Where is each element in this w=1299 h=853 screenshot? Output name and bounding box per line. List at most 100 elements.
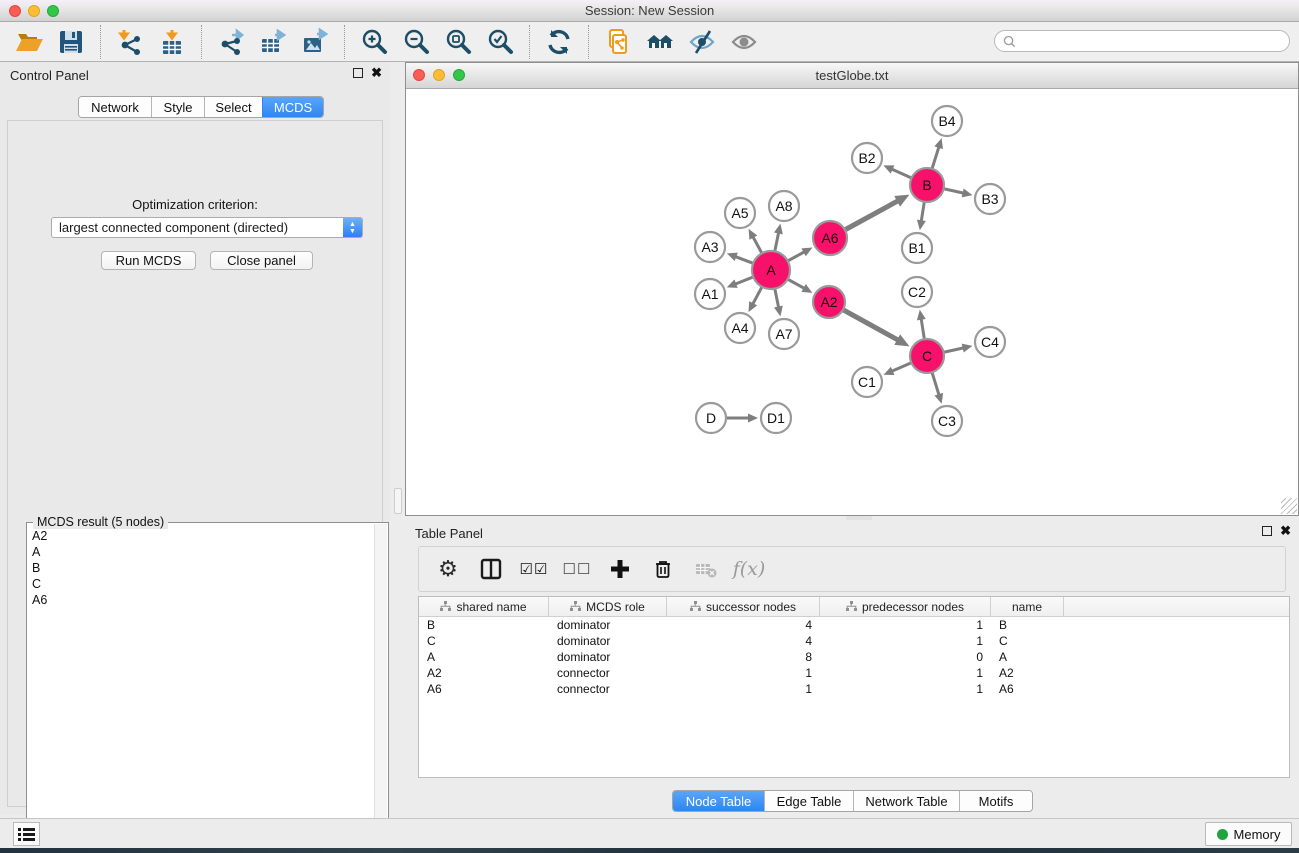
network-graph[interactable]: AA1A2A3A4A5A6A7A8BB1B2B3B4CC1C2C3C4DD1 (406, 89, 1298, 515)
node-label-A4: A4 (731, 320, 748, 336)
node-label-A2: A2 (820, 294, 837, 310)
float-panel-icon[interactable] (353, 68, 363, 78)
apply-layout-icon[interactable] (538, 25, 580, 59)
control-panel-title: Control Panel (10, 68, 89, 83)
node-label-A: A (766, 262, 776, 278)
table-row[interactable]: Adominator80A (419, 649, 1289, 665)
cell-predecessor-nodes: 1 (820, 634, 991, 648)
zoom-fit-icon[interactable] (437, 25, 479, 59)
export-table-icon[interactable] (252, 25, 294, 59)
cell-predecessor-nodes: 0 (820, 650, 991, 664)
cell-shared-name: A6 (419, 682, 549, 696)
float-table-panel-icon[interactable] (1262, 526, 1272, 536)
cell-shared-name: C (419, 634, 549, 648)
mcds-result-list[interactable]: A2ABCA6 (28, 528, 373, 852)
criterion-select[interactable]: largest connected component (directed) ▲… (51, 217, 363, 238)
main-toolbar (0, 22, 1299, 62)
import-network-icon[interactable] (109, 25, 151, 59)
select-all-columns-icon[interactable]: ☑☑ (521, 554, 547, 584)
delete-column-icon[interactable] (650, 554, 676, 584)
table-row[interactable]: Bdominator41B (419, 617, 1289, 633)
edge-arrow-icon (748, 414, 758, 423)
cell-successor-nodes: 8 (667, 650, 820, 664)
table-tab-motifs[interactable]: Motifs (959, 791, 1032, 811)
mcds-result-group: MCDS result (5 nodes) A2ABCA6 (26, 522, 389, 853)
table-tab-node-table[interactable]: Node Table (673, 791, 764, 811)
save-session-icon[interactable] (50, 25, 92, 59)
column-header-successor-nodes[interactable]: successor nodes (667, 597, 820, 616)
node-label-C3: C3 (938, 413, 956, 429)
memory-button[interactable]: Memory (1205, 822, 1292, 846)
column-header-MCDS-role[interactable]: MCDS role (549, 597, 667, 616)
import-table-icon[interactable] (151, 25, 193, 59)
table-body: Bdominator41BCdominator41CAdominator80AA… (419, 617, 1289, 697)
export-network-icon[interactable] (210, 25, 252, 59)
mcds-result-item[interactable]: B (28, 560, 373, 576)
hide-selected-icon[interactable] (681, 25, 723, 59)
column-header-shared-name[interactable]: shared name (419, 597, 549, 616)
tab-mcds[interactable]: MCDS (262, 97, 323, 117)
search-field[interactable] (994, 30, 1290, 52)
table-header-row: shared name MCDS role successor nodesprede… (419, 597, 1289, 617)
create-column-icon[interactable] (607, 554, 633, 584)
table-tab-edge-table[interactable]: Edge Table (764, 791, 853, 811)
edge-arrow-icon (774, 224, 783, 235)
cell-predecessor-nodes: 1 (820, 666, 991, 680)
show-columns-icon[interactable] (478, 554, 504, 584)
network-canvas[interactable]: AA1A2A3A4A5A6A7A8BB1B2B3B4CC1C2C3C4DD1 (406, 89, 1298, 515)
column-header-name[interactable]: name (991, 597, 1064, 616)
first-neighbors-icon[interactable] (639, 25, 681, 59)
zoom-out-icon[interactable] (395, 25, 437, 59)
tab-style[interactable]: Style (151, 97, 204, 117)
close-panel-button[interactable]: Close panel (210, 251, 313, 270)
new-network-from-selection-icon[interactable] (597, 25, 639, 59)
column-tree-icon (440, 601, 451, 612)
table-settings-gear-icon[interactable]: ⚙ (435, 554, 461, 584)
table-tab-network-table[interactable]: Network Table (853, 791, 959, 811)
vertical-split-handle[interactable] (394, 488, 402, 514)
tab-network[interactable]: Network (79, 97, 151, 117)
search-icon (1003, 35, 1016, 48)
run-mcds-button[interactable]: Run MCDS (101, 251, 196, 270)
table-row[interactable]: A6connector11A6 (419, 681, 1289, 697)
edge-arrow-icon (917, 310, 926, 321)
cell-shared-name: A (419, 650, 549, 664)
cell-successor-nodes: 4 (667, 634, 820, 648)
mcds-result-item[interactable]: C (28, 576, 373, 592)
close-table-panel-icon[interactable]: ✖ (1280, 526, 1291, 536)
mcds-result-item[interactable]: A (28, 544, 373, 560)
zoom-selected-icon[interactable] (479, 25, 521, 59)
search-input[interactable] (1016, 33, 1281, 49)
mcds-result-title: MCDS result (5 nodes) (33, 515, 168, 529)
mcds-result-item[interactable]: A2 (28, 528, 373, 544)
column-header-filler (1064, 597, 1289, 616)
export-image-icon[interactable] (294, 25, 336, 59)
node-table: shared name MCDS role successor nodesprede… (418, 596, 1290, 778)
delete-table-icon[interactable] (693, 554, 719, 584)
close-panel-icon[interactable]: ✖ (371, 68, 382, 78)
status-bar: Memory (0, 818, 1299, 848)
mcds-result-item[interactable]: A6 (28, 592, 373, 608)
table-row[interactable]: Cdominator41C (419, 633, 1289, 649)
table-tabs: Node TableEdge TableNetwork TableMotifs (672, 790, 1033, 812)
task-history-button[interactable] (13, 822, 40, 846)
tab-select[interactable]: Select (204, 97, 262, 117)
unselect-all-columns-icon[interactable]: ☐☐ (564, 554, 590, 584)
zoom-in-icon[interactable] (353, 25, 395, 59)
node-label-A8: A8 (775, 198, 792, 214)
cell-name: B (991, 618, 1064, 632)
window-resize-grip[interactable] (1281, 498, 1297, 514)
column-header-predecessor-nodes[interactable]: predecessor nodes (820, 597, 991, 616)
list-icon (18, 827, 35, 842)
table-row[interactable]: A2connector11A2 (419, 665, 1289, 681)
result-scrollbar[interactable] (374, 524, 387, 852)
show-all-icon[interactable] (723, 25, 765, 59)
edge-arrow-icon (917, 220, 926, 231)
column-header-label: MCDS role (586, 600, 645, 614)
function-builder-icon[interactable]: f(x) (736, 554, 762, 584)
cell-successor-nodes: 1 (667, 666, 820, 680)
node-label-B2: B2 (858, 150, 875, 166)
control-panel: Control Panel ✖ NetworkStyleSelectMCDS O… (0, 62, 390, 815)
open-file-icon[interactable] (8, 25, 50, 59)
cell-MCDS-role: dominator (549, 634, 667, 648)
